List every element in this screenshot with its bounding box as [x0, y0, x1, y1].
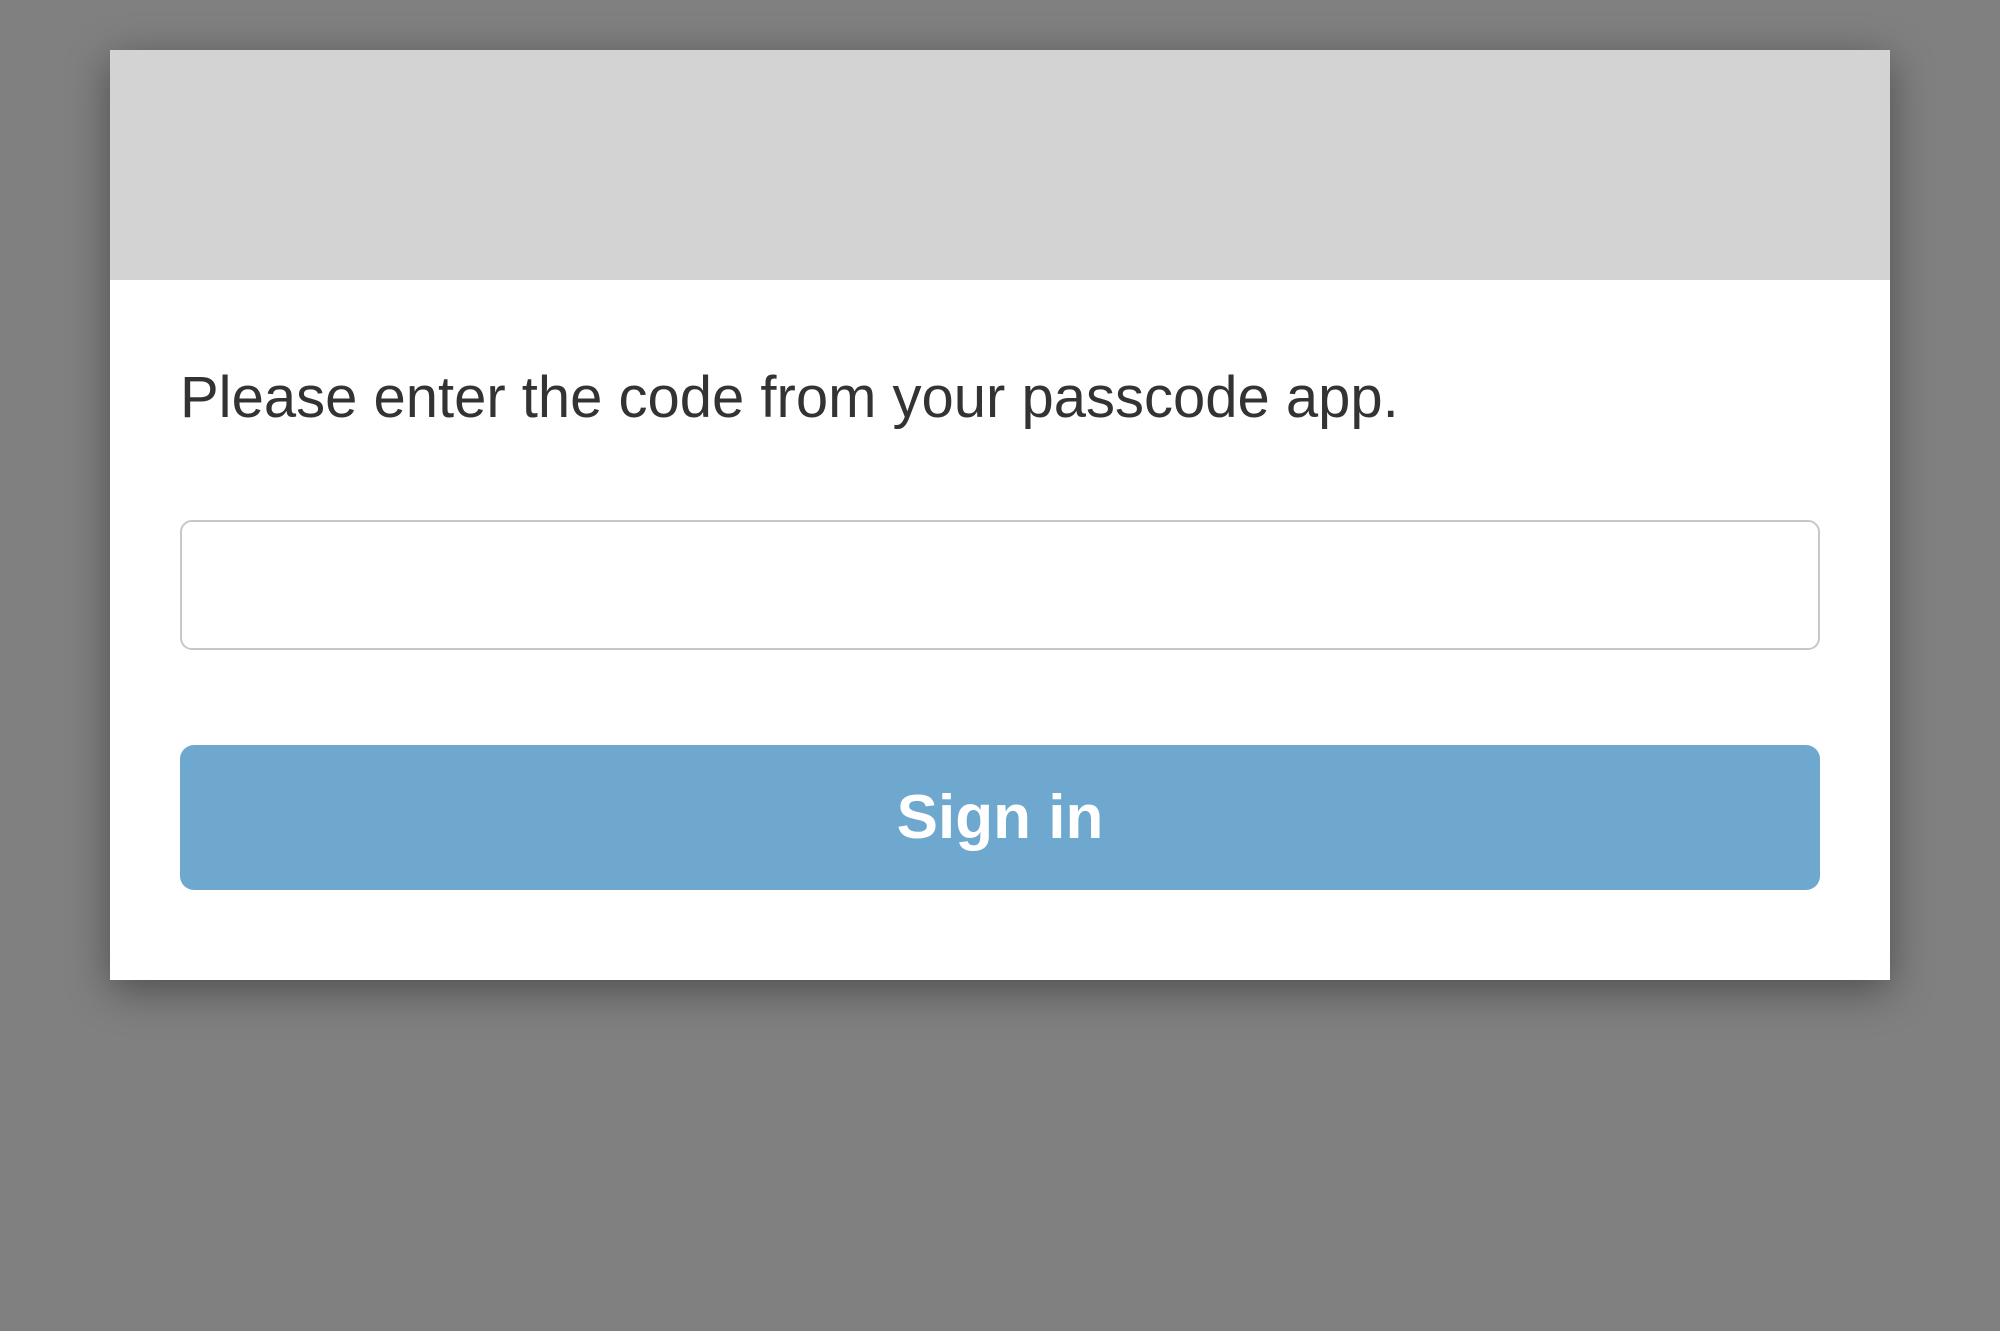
signin-button[interactable]: Sign in — [180, 745, 1820, 890]
dialog-body: Please enter the code from your passcode… — [110, 280, 1890, 980]
passcode-input[interactable] — [180, 520, 1820, 650]
passcode-dialog: Please enter the code from your passcode… — [110, 50, 1890, 980]
prompt-text: Please enter the code from your passcode… — [180, 360, 1820, 435]
dialog-header — [110, 50, 1890, 280]
